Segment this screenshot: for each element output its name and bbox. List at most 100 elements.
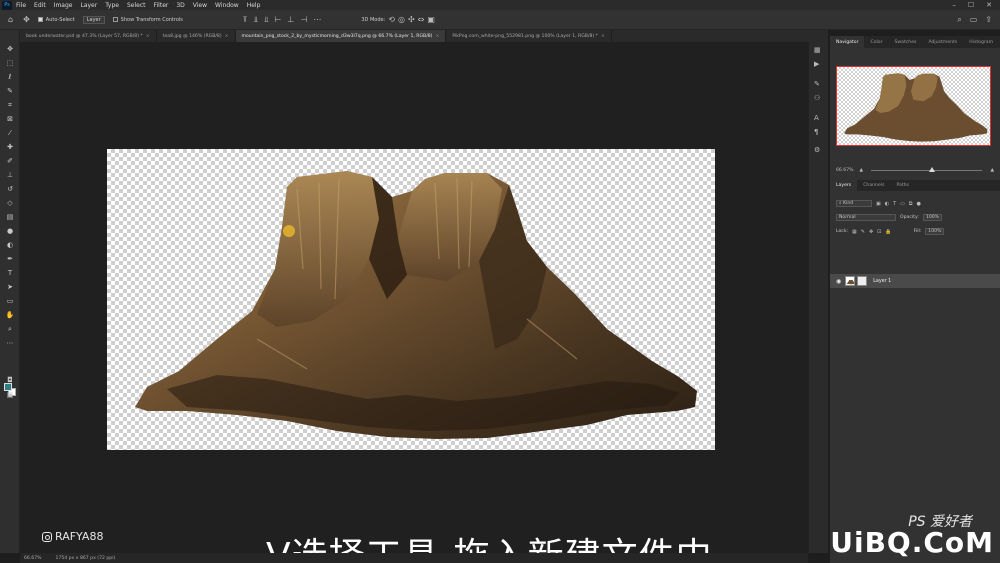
transform-controls-option[interactable]: Show Transform Controls <box>112 17 183 23</box>
navigator-preview[interactable] <box>836 66 991 146</box>
navigator-zoom-slider[interactable] <box>871 166 983 172</box>
tab-layers[interactable]: Layers <box>830 180 858 191</box>
shape-tool-icon[interactable]: ▭ <box>5 296 15 306</box>
lasso-tool-icon[interactable]: ℓ <box>5 72 15 82</box>
pen-tool-icon[interactable]: ✒ <box>5 254 15 264</box>
history-brush-icon[interactable]: ↺ <box>5 184 15 194</box>
zoom-out-icon[interactable]: ▲ <box>860 168 864 173</box>
distribute-icon[interactable]: ⋯ <box>313 15 321 25</box>
visibility-eye-icon[interactable]: ◉ <box>836 278 841 285</box>
align-left-icon[interactable]: ⊢ <box>274 15 281 25</box>
foreground-color-swatch[interactable] <box>4 383 12 391</box>
navigator-zoom-value[interactable]: 66.67% <box>836 168 854 173</box>
filter-type-icon[interactable]: T <box>893 201 896 207</box>
menu-filter[interactable]: Filter <box>154 2 169 9</box>
3d-orbit-icon[interactable]: ⟲ <box>388 15 395 24</box>
layer-name[interactable]: Layer 1 <box>873 279 891 284</box>
tab-channels[interactable]: Channels <box>857 180 890 191</box>
eyedropper-tool-icon[interactable]: ⁄ <box>5 128 15 138</box>
lock-transparent-icon[interactable]: ▦ <box>852 229 857 235</box>
paragraph-panel-icon[interactable]: ¶ <box>814 128 818 136</box>
share-icon[interactable]: ⇪ <box>985 15 992 25</box>
healing-brush-icon[interactable]: ✚ <box>5 142 15 152</box>
type-tool-icon[interactable]: T <box>5 268 15 278</box>
maximize-button[interactable]: ☐ <box>968 1 974 9</box>
lock-artboard-icon[interactable]: ⊡ <box>877 229 881 235</box>
menu-select[interactable]: Select <box>127 2 146 9</box>
search-icon[interactable]: ⌕ <box>957 15 961 25</box>
doc-tab-1[interactable]: book underwater.psd @ 47.3% (Layer 57, R… <box>20 30 157 42</box>
canvas-area[interactable]: V选择工具-拖入新建文件中 RAFYA88 <box>20 42 808 563</box>
history-panel-icon[interactable]: ▦ <box>814 46 821 54</box>
path-select-icon[interactable]: ➤ <box>5 282 15 292</box>
auto-select-checkbox[interactable] <box>37 17 43 22</box>
opacity-input[interactable]: 100% <box>922 214 943 221</box>
tab-adjustments[interactable]: Adjustments <box>922 36 963 48</box>
brush-settings-icon[interactable]: ✎ <box>814 80 820 88</box>
workspace-icon[interactable]: ▭ <box>970 15 978 25</box>
fill-input[interactable]: 100% <box>925 228 945 235</box>
align-right-icon[interactable]: ⊣ <box>300 15 307 25</box>
tab-paths[interactable]: Paths <box>890 180 915 191</box>
blur-tool-icon[interactable]: ● <box>5 226 15 236</box>
frame-tool-icon[interactable]: ⊠ <box>5 114 15 124</box>
align-top-icon[interactable]: ⫪ <box>243 15 248 25</box>
move-tool-icon[interactable]: ✥ <box>23 15 30 24</box>
filter-shape-icon[interactable]: ▭ <box>900 201 905 207</box>
gradient-tool-icon[interactable]: ▤ <box>5 212 15 222</box>
tab-histogram[interactable]: Histogram <box>963 36 999 48</box>
filter-pixel-icon[interactable]: ▣ <box>876 201 881 207</box>
filter-smart-object-icon[interactable]: ⧉ <box>909 201 913 207</box>
clone-stamp-icon[interactable]: ⊥ <box>5 170 15 180</box>
eraser-tool-icon[interactable]: ◇ <box>5 198 15 208</box>
auto-select-option[interactable]: Auto-Select <box>37 17 75 23</box>
close-icon[interactable]: × <box>435 34 439 39</box>
close-icon[interactable]: × <box>146 34 150 39</box>
minimize-button[interactable]: – <box>952 1 956 9</box>
menu-layer[interactable]: Layer <box>80 2 97 9</box>
menu-view[interactable]: View <box>193 2 207 9</box>
blend-mode-dropdown[interactable]: Normal <box>836 214 896 221</box>
3d-pan-icon[interactable]: ✣ <box>408 15 415 24</box>
tab-swatches[interactable]: Swatches <box>888 36 922 48</box>
actions-panel-icon[interactable]: ▶ <box>814 60 819 68</box>
close-button[interactable]: ✕ <box>986 1 992 9</box>
hand-tool-icon[interactable]: ✋ <box>5 310 15 320</box>
doc-tab-4[interactable]: PikPng.com_white-png_552981.png @ 100% (… <box>446 30 612 42</box>
screen-mode-icon[interactable]: ▣ <box>5 390 15 400</box>
auto-select-target-dropdown[interactable]: Layer <box>82 15 105 24</box>
align-middle-icon[interactable]: ⫫ <box>253 15 258 25</box>
document-canvas[interactable] <box>107 149 715 450</box>
tab-navigator[interactable]: Navigator <box>830 36 865 48</box>
3d-roll-icon[interactable]: ◎ <box>398 15 405 24</box>
3d-scale-icon[interactable]: ▣ <box>427 15 435 24</box>
lock-position-icon[interactable]: ✥ <box>869 229 873 235</box>
crop-tool-icon[interactable]: ⌗ <box>5 100 15 110</box>
transform-controls-checkbox[interactable] <box>112 17 118 22</box>
marquee-tool-icon[interactable]: ⬚ <box>5 58 15 68</box>
layer-kind-filter[interactable]: ⌕ Kind <box>836 200 872 207</box>
menu-file[interactable]: File <box>16 2 26 9</box>
layer-row[interactable]: ◉ Layer 1 <box>830 274 1000 288</box>
properties-panel-icon[interactable]: ⚙ <box>814 146 820 154</box>
align-bottom-icon[interactable]: ⫫ <box>264 15 269 25</box>
close-icon[interactable]: × <box>225 34 229 39</box>
3d-slide-icon[interactable]: ⇔ <box>418 15 425 24</box>
align-center-icon[interactable]: ⊥ <box>287 15 294 25</box>
brush-tool-icon[interactable]: ✐ <box>5 156 15 166</box>
dodge-tool-icon[interactable]: ◐ <box>5 240 15 250</box>
menu-type[interactable]: Type <box>105 2 119 9</box>
zoom-tool-icon[interactable]: ⌕ <box>5 324 15 334</box>
menu-help[interactable]: Help <box>247 2 261 9</box>
zoom-slider-handle[interactable] <box>929 166 936 172</box>
more-tools-icon[interactable]: ⋯ <box>5 338 15 348</box>
zoom-in-icon[interactable]: ▲ <box>990 168 994 173</box>
lock-all-icon[interactable]: 🔒 <box>885 229 891 235</box>
menu-3d[interactable]: 3D <box>176 2 184 9</box>
filter-toggle-icon[interactable]: ● <box>916 201 920 207</box>
move-tool-icon[interactable]: ✥ <box>5 44 15 54</box>
character-panel-icon[interactable]: A <box>814 114 819 122</box>
home-icon[interactable]: ⌂ <box>8 15 13 24</box>
menu-image[interactable]: Image <box>54 2 73 9</box>
quick-select-tool-icon[interactable]: ✎ <box>5 86 15 96</box>
